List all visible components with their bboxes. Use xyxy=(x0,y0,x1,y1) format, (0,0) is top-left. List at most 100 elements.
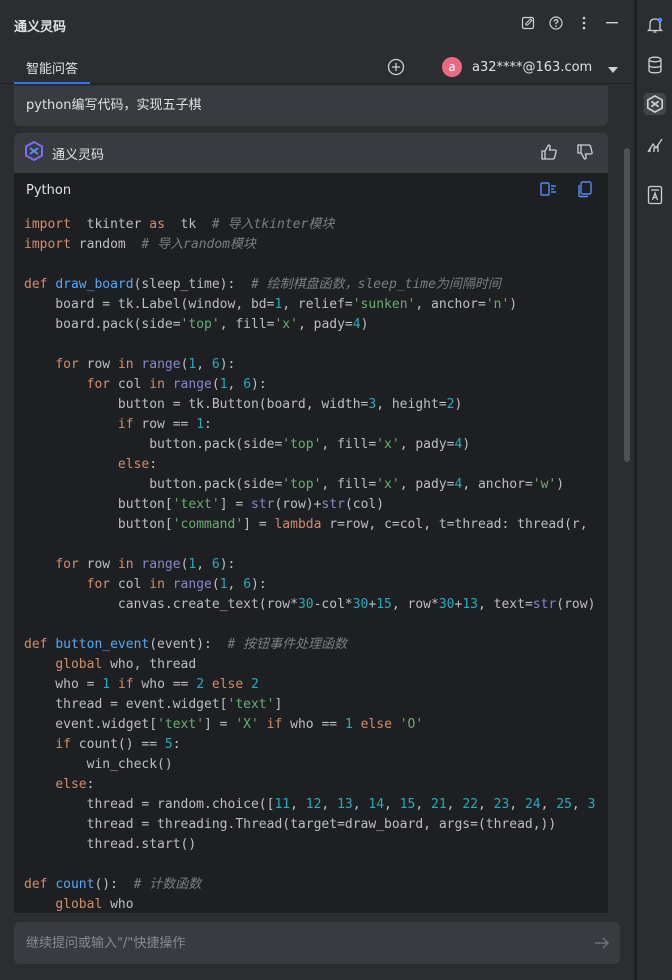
code-token: button[ xyxy=(24,497,173,512)
code-line: thread = threading.Thread(target=draw_bo… xyxy=(24,815,598,835)
send-arrow-icon[interactable] xyxy=(594,935,610,955)
code-token: thread = threading.Thread(target=draw_bo… xyxy=(24,817,557,832)
code-token: ) xyxy=(360,317,369,332)
code-token: for xyxy=(86,377,111,392)
code-token: (row)+ xyxy=(274,497,322,512)
code-token: count xyxy=(55,877,95,892)
code-token: (col) xyxy=(344,497,385,512)
insert-code-icon[interactable] xyxy=(540,180,558,202)
code-token: , xyxy=(477,797,494,812)
scrollbar-thumb[interactable] xyxy=(624,148,630,462)
edit-icon[interactable] xyxy=(520,15,536,31)
tab-smart-qa[interactable]: 智能问答 xyxy=(14,50,90,84)
thumbs-down-icon[interactable] xyxy=(576,143,594,165)
code-token: button.pack(side= xyxy=(24,437,283,452)
code-token: 'text' xyxy=(227,697,275,712)
code-token: for xyxy=(86,577,111,592)
code-token: def xyxy=(24,877,48,892)
code-token: 5 xyxy=(164,737,173,752)
code-token: 15 xyxy=(376,597,392,612)
tongyi-tool-window: 通义灵码 智能问答 a a32****@163.com python编写代码，实… xyxy=(0,0,634,980)
code-token: 'x' xyxy=(376,477,400,492)
code-token: str xyxy=(321,497,345,512)
profiler-icon[interactable] xyxy=(644,134,666,156)
code-line: global who xyxy=(24,895,598,913)
code-token: , fill= xyxy=(321,477,377,492)
chevron-down-icon xyxy=(608,58,619,77)
code-token: ) xyxy=(556,477,565,492)
copy-icon[interactable] xyxy=(576,180,594,202)
code-token: 14 xyxy=(368,797,385,812)
code-token: 6 xyxy=(211,557,220,572)
code-line: else: xyxy=(24,455,598,475)
code-token: thread = event.widget[ xyxy=(24,697,228,712)
thumbs-up-icon[interactable] xyxy=(540,143,558,165)
code-token: for xyxy=(55,357,79,372)
code-token: who == xyxy=(133,677,197,692)
code-line: for col in range(1, 6): xyxy=(24,375,598,395)
new-chat-icon[interactable] xyxy=(386,57,406,77)
code-line: event.widget['text'] = 'X' if who == 1 e… xyxy=(24,715,598,735)
code-token: : xyxy=(86,777,95,792)
code-token: who == xyxy=(282,717,345,732)
code-token: ): xyxy=(219,357,236,372)
code-token: col xyxy=(110,377,150,392)
bot-name: 通义灵码 xyxy=(52,147,105,163)
code-token: range xyxy=(172,377,212,392)
code-token: button_event xyxy=(55,637,150,652)
minimize-icon[interactable] xyxy=(604,15,620,31)
code-token: , fill= xyxy=(219,317,275,332)
code-token: 23 xyxy=(493,797,510,812)
tab-bar: 智能问答 a a32****@163.com xyxy=(0,50,634,84)
code-token: draw_board xyxy=(55,277,134,292)
code-token: # 导入random模块 xyxy=(141,237,257,252)
tongyi-lingma-icon[interactable] xyxy=(644,93,666,115)
code-token: 6 xyxy=(211,357,220,372)
bookmark-icon[interactable] xyxy=(644,184,666,206)
code-line: win_check() xyxy=(24,755,598,775)
code-line: thread = event.widget['text'] xyxy=(24,695,598,715)
more-icon[interactable] xyxy=(576,15,592,31)
code-token: (row) xyxy=(556,597,596,612)
code-token: if xyxy=(117,677,134,692)
code-token: ) xyxy=(509,297,518,312)
code-line: button.pack(side='top', fill='x', pady=4… xyxy=(24,475,598,495)
code-line: import random # 导入random模块 xyxy=(24,235,598,255)
help-icon[interactable] xyxy=(548,15,564,31)
code-content: import tkinter as tk # 导入tkinter模块 import… xyxy=(14,207,608,913)
code-token: , xyxy=(571,797,588,812)
code-token: board.pack(side= xyxy=(24,317,181,332)
code-token: (event): xyxy=(149,637,228,652)
account-selector[interactable]: a a32****@163.com xyxy=(442,55,619,79)
code-token: ] = xyxy=(219,497,251,512)
avatar: a xyxy=(442,57,462,77)
code-token: def xyxy=(24,637,48,652)
code-token: 'top' xyxy=(282,477,322,492)
code-token: col xyxy=(110,577,150,592)
account-email: a32****@163.com xyxy=(472,59,593,75)
code-token: # 计数函数 xyxy=(133,877,202,892)
code-token: ( xyxy=(211,577,220,592)
code-token: r=row, c=col, t=thread: thread(r, xyxy=(321,517,588,532)
code-token: , xyxy=(415,797,432,812)
chat-input-box[interactable] xyxy=(14,922,620,964)
code-token: global xyxy=(55,897,103,912)
code-token: 12 xyxy=(305,797,322,812)
title-actions xyxy=(520,15,620,31)
notifications-icon[interactable] xyxy=(644,14,666,36)
code-token: , relief= xyxy=(282,297,353,312)
code-token: row xyxy=(78,357,118,372)
database-icon[interactable] xyxy=(644,54,666,76)
chat-input[interactable] xyxy=(26,922,566,964)
code-token: global xyxy=(55,657,103,672)
window-title: 通义灵码 xyxy=(14,19,67,35)
code-token: 25 xyxy=(556,797,572,812)
code-token: , xyxy=(196,357,212,372)
code-token: in xyxy=(149,577,165,592)
code-line: def count(): # 计数函数 xyxy=(24,875,598,895)
